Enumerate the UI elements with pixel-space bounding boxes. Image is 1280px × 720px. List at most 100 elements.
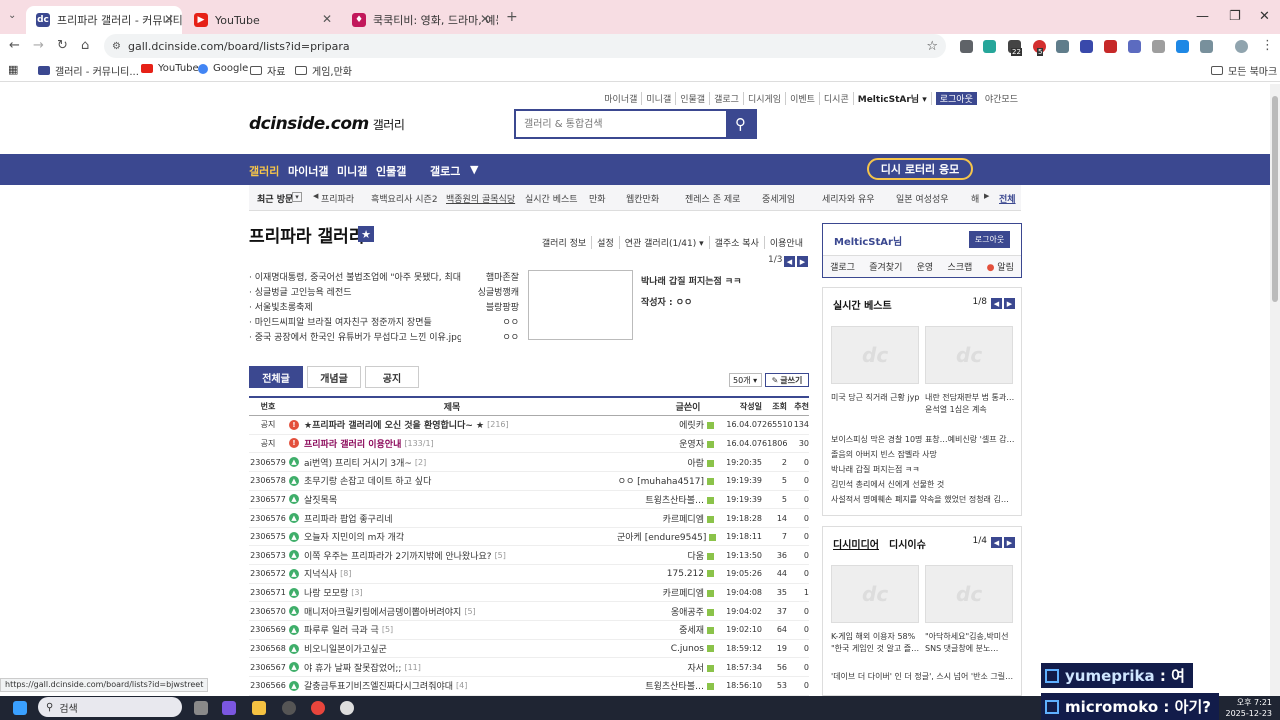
bookmark-folder-games[interactable]: 게임,만화	[295, 63, 352, 78]
media-caption[interactable]: "아닥하세요"김송,박미선 SNS 댓글창에 분노…	[925, 631, 1015, 655]
url-field[interactable]: ⚙ gall.dcinside.com/board/lists?id=pripa…	[104, 34, 946, 58]
table-row[interactable]: 공지! ★프리파라 갤러리에 오신 것을 환영합니다~ ★ [216] 에릿카 16.0…	[249, 416, 809, 435]
chevron-left-icon[interactable]: ◀	[991, 537, 1002, 548]
favorites-link[interactable]: 즐겨찾기	[869, 260, 902, 273]
list-item[interactable]: 박나래 갑질 퍼지는점 ㅋㅋ	[831, 462, 1016, 477]
comment-count[interactable]: [4]	[456, 681, 467, 690]
per-page-select[interactable]: 50개 ▾	[729, 373, 762, 387]
table-row[interactable]: 공지! 프리파라 갤러리 이용안내 [133/1] 운영자 16.04.07 61806 3…	[249, 435, 809, 454]
nav-person[interactable]: 인물갤	[376, 163, 406, 179]
table-row[interactable]: 2306567 ▲ 야 휴가 날짜 잘못잡었어;; [11] 자서 18:57:34 56 0	[249, 658, 809, 677]
related-gallery-link[interactable]: 연관 갤러리(1/41) ▾	[620, 236, 710, 249]
comment-count[interactable]: [8]	[340, 569, 351, 578]
best-thumb[interactable]	[831, 326, 919, 384]
post-title[interactable]: 야 휴가 날짜 잘못잡었어;;	[304, 661, 401, 674]
post-title[interactable]: 프리파라 팝업 좋구리네	[304, 512, 393, 525]
close-icon[interactable]: ✕	[164, 12, 174, 26]
gallog-link[interactable]: 갤로그	[830, 260, 855, 273]
comment-count[interactable]: [5]	[382, 625, 393, 634]
chevron-right-icon[interactable]: ▶	[1004, 537, 1015, 548]
nav-minor[interactable]: 마이너갤	[288, 163, 328, 179]
list-item[interactable]: 보이스피싱 막은 경찰 10명 표창…예비신랑 '셀프 감…	[831, 432, 1016, 447]
page-scrollbar[interactable]	[1270, 84, 1280, 696]
site-info-icon[interactable]: ⚙	[112, 41, 121, 52]
taskbar-search[interactable]: ⚲ 검색	[38, 697, 182, 717]
tab-concept[interactable]: 개념글	[307, 366, 361, 388]
alarm-link[interactable]: ● 알림	[987, 260, 1014, 273]
chevron-down-icon[interactable]: ▾	[292, 192, 302, 202]
recent-item[interactable]: 중세게임	[762, 192, 795, 205]
top-menu-item[interactable]: 디시게임	[744, 92, 787, 105]
restore-icon[interactable]: ❐	[1229, 9, 1241, 24]
guide-link[interactable]: 이용안내	[765, 236, 808, 249]
comment-count[interactable]: [5]	[495, 551, 506, 560]
recent-item[interactable]: 젠레스 존 제로	[685, 192, 740, 205]
night-mode-toggle[interactable]: 야간모드	[981, 92, 1022, 105]
extension-icon[interactable]	[1056, 40, 1069, 53]
post-title[interactable]: 오늘자 지민이의 m자 개각	[304, 530, 404, 543]
post-writer[interactable]: ㅇㅇ [muhaha4517]	[617, 474, 722, 487]
star-icon[interactable]: ★	[358, 226, 374, 242]
taskbar-clock[interactable]: 오후 7:21 2025-12-23	[1226, 697, 1273, 719]
table-row[interactable]: 2306572 ▲ 지넉식사 [8] 175.212 19:05:26 44 0	[249, 565, 809, 584]
media-thumb[interactable]	[925, 565, 1013, 623]
apps-grid-icon[interactable]: ▦	[8, 63, 18, 76]
chevron-left-icon[interactable]: ◀	[784, 256, 795, 267]
post-writer[interactable]: 아람	[617, 456, 722, 469]
top-menu-item[interactable]: 갤로그	[710, 92, 744, 105]
all-bookmarks[interactable]: 모든 북마크	[1211, 63, 1277, 78]
extension-icon[interactable]	[1152, 40, 1165, 53]
post-writer[interactable]: 다움	[617, 549, 722, 562]
top-menu-item[interactable]: 인물갤	[676, 92, 711, 105]
list-item[interactable]: · 이재명대통령, 중국어선 불법조업에 "아주 못됐다, 최대한 … 햄마존잘	[249, 270, 519, 285]
recent-item[interactable]: 세리자와 유우	[822, 192, 875, 205]
post-writer[interactable]: 자서	[617, 661, 722, 674]
close-icon[interactable]: ✕	[480, 12, 490, 26]
comment-count[interactable]: [133/1]	[404, 439, 433, 448]
recent-all[interactable]: 전체	[999, 192, 1016, 205]
tab-pripara[interactable]: dc 프리파라 갤러리 - 커뮤니티 포 ✕	[26, 6, 182, 34]
table-row[interactable]: 2306575 ▲ 오늘자 지민이의 m자 개각 군아케 [endure9545] 19…	[249, 528, 809, 547]
recent-item[interactable]: 웹칸만화	[626, 192, 659, 205]
tab-list-icon[interactable]: ⌄	[8, 10, 16, 21]
search-input[interactable]	[516, 111, 726, 137]
minimize-icon[interactable]: —	[1196, 9, 1209, 24]
list-item[interactable]: 김민석 총리에서 신에게 선물한 것	[831, 477, 1016, 492]
extension-icon[interactable]	[1104, 40, 1117, 53]
media-thumb[interactable]	[831, 565, 919, 623]
tab-kukku[interactable]: ♦ 쿡쿡티비: 영화, 드라마, 예능, ✕	[342, 6, 498, 34]
user-menu[interactable]: MelticStAr님 ▾	[854, 92, 932, 105]
table-row[interactable]: 2306570 ▲ 매니저아크릴키링에서금뎅이뽑아버려야지 [5] 옹애공주 19:04:…	[249, 602, 809, 622]
table-row[interactable]: 2306571 ▲ 나랑 모모랑 [3] 카르페디엠 19:04:08 35 1	[249, 584, 809, 603]
windows-start-icon[interactable]	[13, 701, 27, 715]
search-icon[interactable]: ⚲	[726, 111, 755, 137]
post-writer[interactable]: 트윙츠산타볼…	[617, 493, 722, 506]
featured-image[interactable]	[528, 270, 633, 340]
comment-count[interactable]: [5]	[464, 607, 475, 616]
post-writer[interactable]: 운영자	[617, 437, 722, 450]
best-thumb[interactable]	[925, 326, 1013, 384]
top-menu-item[interactable]: 이벤트	[786, 92, 820, 105]
reload-icon[interactable]: ↻	[57, 38, 68, 53]
bookmark-google[interactable]: Google	[198, 63, 248, 74]
task-view-icon[interactable]	[194, 701, 208, 715]
issue-tab[interactable]: 디시이슈	[889, 536, 926, 551]
media-caption[interactable]: K-게임 해외 이용자 58% "한국 게임인 것 알고 즐…	[831, 631, 921, 655]
top-menu-item[interactable]: 마이너갤	[600, 92, 643, 105]
post-title[interactable]: 살짓목목	[304, 493, 337, 506]
post-title[interactable]: 파루루 일러 극과 극	[304, 623, 379, 636]
recent-item[interactable]: 만화	[589, 192, 606, 205]
list-item[interactable]: '데이브 더 다이버' 인 더 정글', 스시 넘어 '반소 그릴…	[831, 669, 1016, 684]
post-title[interactable]: ★프리파라 갤러리에 오신 것을 환영합니다~ ★	[304, 418, 484, 431]
nav-gallery[interactable]: 갤러리	[249, 163, 279, 179]
list-item[interactable]: · 마인드씨피알 브라질 여자친구 정준까지 장면들 ㅇㅇ	[249, 315, 519, 330]
table-row[interactable]: 2306568 ▲ 비오니일본이가고싶군 C.junos 18:59:12 19 0	[249, 640, 809, 659]
post-writer[interactable]: 에릿카	[617, 418, 722, 431]
chevron-left-icon[interactable]: ◀	[313, 192, 318, 200]
table-row[interactable]: 2306578 ▲ 초무기랑 손잡고 데이트 하고 싶다 ㅇㅇ [muhaha4517…	[249, 472, 809, 491]
list-item[interactable]: · 중국 공장에서 한국인 유튜버가 무섭다고 느낀 이유.jpg ㅇㅇ	[249, 330, 519, 345]
post-title[interactable]: 갈충금투표기비즈엘진짜다시그려줘야대	[304, 679, 453, 692]
tab-notice[interactable]: 공지	[365, 366, 419, 388]
file-explorer-icon[interactable]	[252, 701, 266, 715]
list-item[interactable]: 졸음의 아버지 빈스 잠벨라 사망	[831, 447, 1016, 462]
